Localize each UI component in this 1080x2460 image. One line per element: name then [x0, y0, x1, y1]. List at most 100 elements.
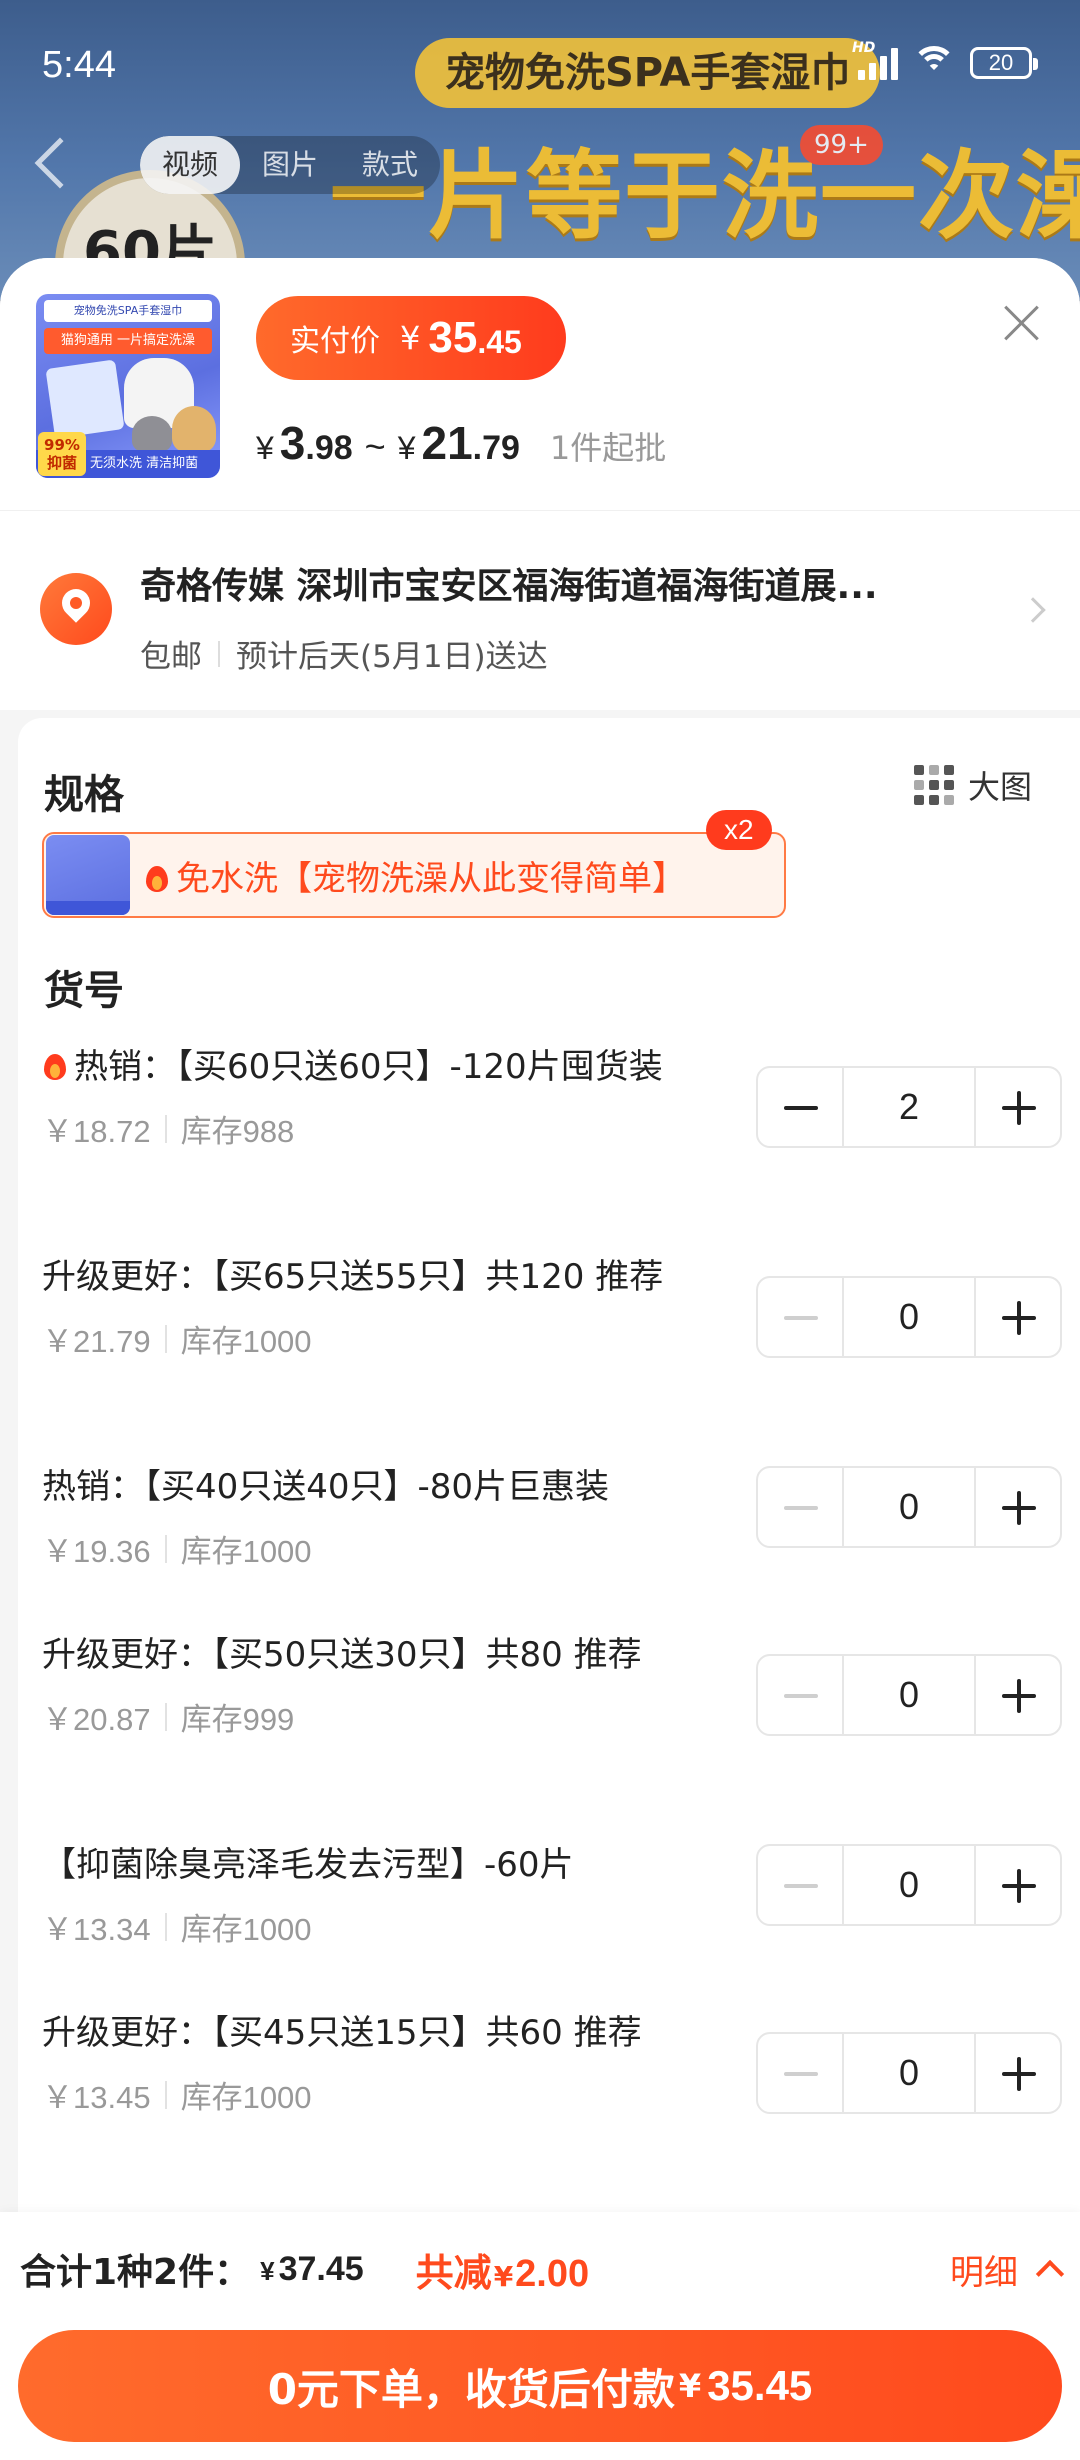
sku-price: ￥13.45: [42, 2080, 151, 2115]
sku-price: ￥18.72: [42, 1114, 151, 1149]
sku-row: 【抑菌除臭亮泽毛发去污型】-60片 ￥13.34 库存1000 0: [42, 1844, 1062, 1949]
spec-card: 规格 大图 免水洗【宠物洗澡从此变得简单】 x2 货号 热销：【买60只送60只…: [18, 718, 1080, 2460]
price-range: ¥ 3 .98 ~ ¥ 21 .79 1件起批: [256, 416, 666, 470]
summary-label: 合计1种2件：: [20, 2252, 251, 2293]
plus-icon[interactable]: [976, 1068, 1060, 1146]
place-order-label: 0元下单，收货后付款: [267, 2364, 675, 2414]
status-icons: HD 20: [852, 40, 1038, 80]
plus-icon[interactable]: [976, 1656, 1060, 1734]
spec-title: 规格: [44, 772, 124, 818]
spec-option-label: 免水洗【宠物洗澡从此变得简单】: [176, 858, 686, 899]
quantity-value[interactable]: 0: [842, 1656, 976, 1734]
discount-summary: 共减¥2.00: [416, 2242, 589, 2297]
thumb-red-text: 猫狗通用 一片搞定洗澡: [44, 328, 212, 354]
sku-stock: 库存1000: [180, 1324, 312, 1359]
order-summary: 合计1种2件： ¥37.45 共减¥2.00 明细: [20, 2234, 1065, 2304]
total-amount: 37.45: [278, 2249, 364, 2288]
flame-icon: [42, 1050, 68, 1082]
sku-name: 升级更好：【买65只送55只】共120 推荐: [42, 1257, 664, 1297]
plus-icon[interactable]: [976, 1468, 1060, 1546]
quantity-stepper: 0: [756, 1276, 1062, 1358]
actual-price-decimal: .45: [477, 323, 522, 360]
minus-icon[interactable]: [758, 1068, 842, 1146]
plus-icon[interactable]: [976, 2034, 1060, 2112]
battery-icon: 20: [970, 47, 1038, 79]
chevron-up-icon: [1035, 2259, 1065, 2289]
detail-label: 明细: [950, 2252, 1018, 2293]
location-pin-icon: [40, 573, 112, 645]
discount-currency: ¥: [493, 2259, 514, 2293]
sku-selector-sheet: 宠物免洗SPA手套湿巾 猫狗通用 一片搞定洗澡 无须水洗 清洁抑菌 99%抑菌 …: [0, 258, 1080, 2460]
address-text: 奇格传媒 深圳市宝安区福海街道福海街道展...: [140, 566, 878, 607]
range-low-currency: ¥: [256, 430, 274, 466]
grid-icon: [914, 765, 954, 805]
big-image-toggle[interactable]: 大图: [914, 762, 1032, 808]
place-order-button[interactable]: 0元下单，收货后付款 ¥ 35.45: [18, 2330, 1062, 2442]
sku-price: ￥13.34: [42, 1912, 151, 1947]
status-bar: 5:44 HD 20: [0, 0, 1080, 130]
minus-icon[interactable]: [758, 2034, 842, 2112]
cart-count-badge: 99+: [800, 125, 883, 165]
sku-stock: 库存999: [180, 1702, 295, 1737]
big-image-label: 大图: [968, 768, 1033, 806]
plus-icon[interactable]: [976, 1278, 1060, 1356]
quantity-stepper: 0: [756, 2032, 1062, 2114]
spec-option-thumbnail: [46, 835, 130, 915]
discount-label: 共减: [415, 2250, 492, 2295]
quantity-stepper: 2: [756, 1066, 1062, 1148]
back-icon[interactable]: [34, 137, 86, 189]
sku-price: ￥20.87: [42, 1702, 151, 1737]
sku-stock: 库存1000: [180, 1534, 312, 1569]
range-low-decimal: .98: [305, 429, 353, 467]
sku-stock: 库存988: [180, 1114, 295, 1149]
sku-name: 热销：【买40只送40只】-80片巨惠装: [42, 1467, 610, 1507]
sku-row: 升级更好：【买45只送15只】共60 推荐 ￥13.45 库存1000 0: [42, 2012, 1062, 2117]
minus-icon[interactable]: [758, 1656, 842, 1734]
product-thumbnail[interactable]: 宠物免洗SPA手套湿巾 猫狗通用 一片搞定洗澡 无须水洗 清洁抑菌 99%抑菌: [36, 294, 220, 478]
sku-section-title: 货号: [44, 968, 124, 1014]
status-time: 5:44: [42, 44, 116, 86]
minus-icon[interactable]: [758, 1468, 842, 1546]
tab-video[interactable]: 视频: [140, 136, 241, 194]
discount-amount: 2.00: [515, 2252, 590, 2295]
range-high-currency: ¥: [397, 430, 416, 466]
minus-icon[interactable]: [758, 1278, 842, 1356]
summary-total: ¥37.45: [260, 2250, 364, 2289]
quantity-value[interactable]: 0: [842, 1278, 976, 1356]
delivery-info: 包邮 预计后天(5月1日)送达: [140, 631, 548, 676]
actual-price-integer: 35: [428, 313, 478, 362]
free-shipping-label: 包邮: [140, 639, 202, 675]
sku-name: 热销：【买60只送60只】-120片囤货装: [74, 1047, 663, 1087]
sheet-header: 宠物免洗SPA手套湿巾 猫狗通用 一片搞定洗澡 无须水洗 清洁抑菌 99%抑菌 …: [0, 258, 1080, 510]
tab-images[interactable]: 图片: [240, 136, 340, 194]
chevron-right-icon: [1020, 597, 1046, 623]
signal-icon: HD: [852, 40, 898, 80]
quantity-value[interactable]: 2: [842, 1068, 976, 1146]
detail-button[interactable]: 明细: [950, 2245, 1065, 2294]
thumb-badge: 99%抑菌: [38, 432, 86, 476]
place-order-amount: 35.45: [707, 2362, 813, 2409]
shipping-address-row[interactable]: 奇格传媒 深圳市宝安区福海街道福海街道展... 包邮 预计后天(5月1日)送达: [0, 510, 1080, 710]
close-icon[interactable]: [1000, 302, 1042, 344]
sku-price: ￥19.36: [42, 1534, 151, 1569]
plus-icon[interactable]: [976, 1846, 1060, 1924]
sku-row: 热销：【买40只送40只】-80片巨惠装 ￥19.36 库存1000 0: [42, 1466, 1062, 1571]
media-tabs: 视频 图片 款式: [140, 136, 441, 194]
quantity-stepper: 0: [756, 1654, 1062, 1736]
tab-styles[interactable]: 款式: [340, 136, 440, 194]
total-currency: ¥: [260, 2255, 275, 2286]
spec-option-chip[interactable]: 免水洗【宠物洗澡从此变得简单】: [42, 832, 786, 918]
dog-image: [172, 406, 216, 452]
thumb-top-text: 宠物免洗SPA手套湿巾: [44, 300, 212, 322]
quantity-value[interactable]: 0: [842, 2034, 976, 2112]
minus-icon[interactable]: [758, 1846, 842, 1924]
actual-price-currency: ¥: [400, 319, 421, 357]
flame-icon: [144, 862, 170, 894]
quantity-value[interactable]: 0: [842, 1468, 976, 1546]
range-separator: ~: [364, 426, 386, 467]
sku-stock: 库存1000: [180, 1912, 312, 1947]
quantity-stepper: 0: [756, 1466, 1062, 1548]
quantity-value[interactable]: 0: [842, 1846, 976, 1924]
cat-image: [132, 416, 172, 452]
range-high-integer: 21: [421, 417, 473, 469]
